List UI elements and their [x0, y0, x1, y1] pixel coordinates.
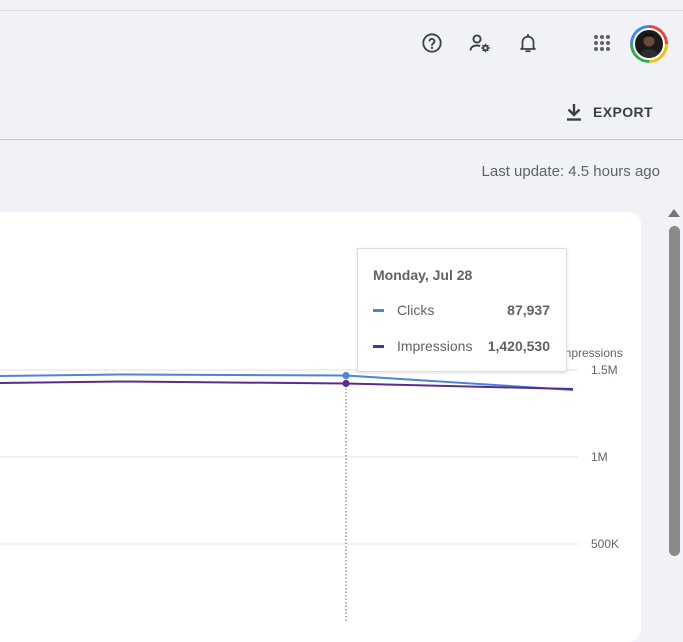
apps-button[interactable]	[586, 27, 618, 59]
tick-label-1m: 1M	[591, 450, 608, 464]
last-update-text: Last update: 4.5 hours ago	[481, 163, 660, 180]
clicks-swatch	[373, 308, 384, 312]
scrollbar-thumb[interactable]	[669, 226, 680, 556]
tooltip-value: 1,420,530	[487, 338, 550, 354]
account-avatar[interactable]	[630, 25, 668, 63]
tick-label-500k: 500K	[591, 537, 620, 551]
scroll-up-arrow-icon[interactable]	[668, 209, 680, 217]
notifications-button[interactable]	[512, 27, 544, 59]
manage-users-icon	[469, 34, 490, 53]
report-toolbar: EXPORT	[0, 86, 683, 140]
manage-users-button[interactable]	[464, 27, 496, 59]
download-icon	[567, 104, 582, 121]
export-button[interactable]: EXPORT	[565, 96, 653, 128]
right-axis-title: Impressions	[558, 346, 623, 360]
help-button[interactable]	[416, 27, 448, 59]
notifications-icon	[520, 33, 536, 53]
impressions-swatch	[373, 344, 384, 348]
tooltip-row-clicks: Clicks 87,937	[373, 300, 550, 320]
tooltip-label: Impressions	[397, 338, 473, 354]
help-icon	[422, 33, 442, 53]
avatar-photo	[633, 28, 665, 60]
apps-grid-icon	[594, 35, 610, 51]
tooltip-date: Monday, Jul 28	[373, 267, 473, 283]
tick-label-1-5m: 1.5M	[591, 363, 618, 377]
tooltip-row-impressions: Impressions 1,420,530	[373, 336, 550, 356]
top-header	[0, 10, 683, 87]
tooltip-label: Clicks	[397, 302, 435, 318]
tooltip-value: 87,937	[507, 302, 550, 318]
chart-tooltip: Monday, Jul 28 Clicks 87,937 Impressions…	[357, 248, 567, 372]
export-label: EXPORT	[593, 104, 653, 120]
